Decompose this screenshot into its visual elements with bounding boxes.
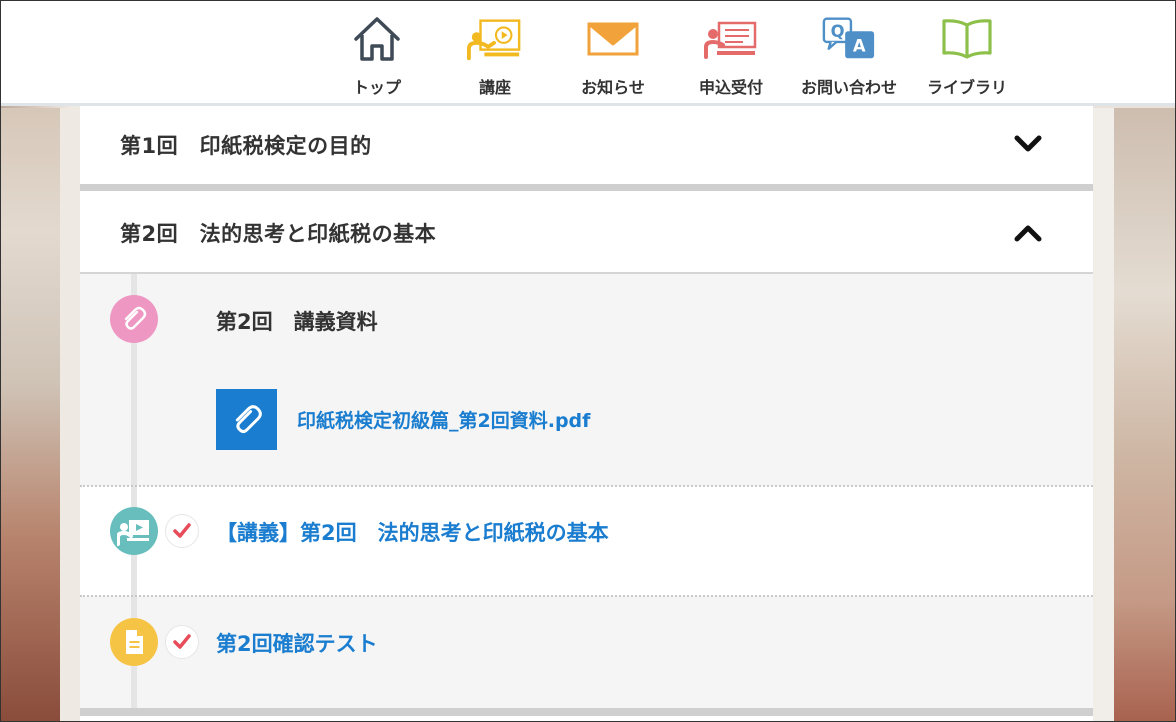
chevron-up-icon [1013, 223, 1043, 243]
video-lecture-icon [110, 507, 158, 555]
document-icon [110, 618, 158, 666]
paperclip-icon [235, 404, 262, 433]
lecture-board-icon [467, 14, 523, 64]
background-photo-left [0, 108, 60, 722]
materials-heading: 第2回 講義資料 [216, 310, 378, 334]
dotted-divider [80, 485, 1093, 487]
nav-label-top: トップ [352, 78, 401, 97]
nav-item-top[interactable]: トップ [318, 8, 436, 98]
nav-item-library[interactable]: ライブラリ [908, 8, 1026, 98]
nav-item-news[interactable]: お知らせ [554, 8, 672, 98]
pdf-attachment-button[interactable] [216, 389, 277, 450]
nav-label-library: ライブラリ [926, 78, 1007, 97]
top-navigation-bar: トップ 講座 お知らせ 申込受付 Q A お問い合わせ ライブラリ [0, 0, 1176, 106]
divider [80, 708, 1093, 716]
envelope-icon [585, 14, 641, 64]
accordion-title: 第1回 印紙税検定の目的 [120, 134, 372, 158]
qa-icon: Q A [821, 14, 877, 64]
nav-item-apply[interactable]: 申込受付 [672, 8, 790, 98]
background-margin-left [60, 108, 80, 722]
course-content-panel: 第1回 印紙税検定の目的 第2回 法的思考と印紙税の基本 第2回 講義資料 印紙… [80, 106, 1093, 722]
lecture-link[interactable]: 【講義】第2回 法的思考と印紙税の基本 [216, 517, 609, 547]
pdf-file-link[interactable]: 印紙税検定初級篇_第2回資料.pdf [297, 406, 590, 433]
nav-menu: トップ 講座 お知らせ 申込受付 Q A お問い合わせ ライブラリ [318, 8, 1026, 98]
nav-label-news: お知らせ [581, 78, 645, 97]
svg-text:A: A [853, 37, 866, 56]
completed-check-icon [165, 514, 199, 548]
background-photo-right [1114, 108, 1176, 722]
background-margin-right [1093, 108, 1114, 722]
accordion-lesson-2[interactable]: 第2回 法的思考と印紙税の基本 [80, 191, 1093, 272]
home-icon [349, 14, 405, 64]
nav-item-contact[interactable]: Q A お問い合わせ [790, 8, 908, 98]
nav-label-contact: お問い合わせ [800, 78, 897, 97]
completed-check-icon [165, 625, 199, 659]
nav-label-apply: 申込受付 [698, 78, 763, 97]
accordion-title: 第2回 法的思考と印紙税の基本 [120, 222, 437, 246]
nav-label-lecture: 講座 [478, 78, 511, 97]
application-presenter-icon [703, 14, 759, 64]
test-link[interactable]: 第2回確認テスト [216, 628, 378, 658]
accordion-lesson-1[interactable]: 第1回 印紙税検定の目的 [80, 106, 1093, 184]
chevron-down-icon [1013, 134, 1043, 154]
book-icon [939, 14, 995, 64]
paperclip-icon [110, 295, 158, 343]
svg-text:Q: Q [831, 22, 845, 41]
nav-item-lecture[interactable]: 講座 [436, 8, 554, 98]
divider [80, 184, 1093, 191]
dotted-divider [80, 595, 1093, 597]
